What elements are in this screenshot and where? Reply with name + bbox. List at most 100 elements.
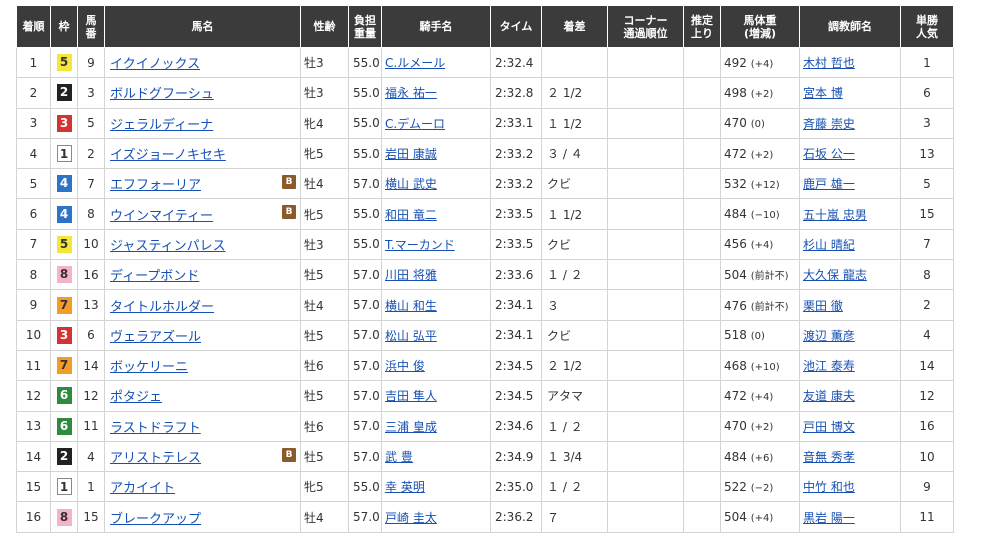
bodyweight-cell: 468 (+10) bbox=[720, 349, 800, 382]
weight-cell: 57.0 bbox=[348, 289, 382, 321]
sex-age-cell: 牡6 bbox=[300, 349, 349, 382]
horse-name-link[interactable]: ウインマイティー bbox=[110, 209, 213, 224]
trainer-link[interactable]: 五十嵐 忠男 bbox=[803, 208, 867, 222]
table-row: 6 4 8 ウインマイティー B 牝5 55.0 和田 竜二 2:33.5 １ 1/2 484 (−… bbox=[16, 198, 954, 230]
margin-cell: ７ bbox=[541, 501, 608, 533]
bodyweight-cell: 470 (0) bbox=[720, 107, 800, 139]
horse-name-link[interactable]: ボルドグフーシュ bbox=[110, 87, 214, 102]
margin-cell: クビ bbox=[541, 319, 608, 351]
horse-name-link[interactable]: イクイノックス bbox=[110, 57, 200, 72]
horse-name-link[interactable]: エフフォーリア bbox=[110, 178, 201, 193]
umaban-cell: 14 bbox=[77, 349, 105, 382]
rank-cell: 10 bbox=[16, 319, 51, 351]
horse-name-link[interactable]: ラストドラフト bbox=[110, 421, 201, 436]
horse-name-link[interactable]: ジャスティンパレス bbox=[110, 239, 226, 254]
horse-name-link[interactable]: ブレークアップ bbox=[110, 512, 201, 527]
jockey-link[interactable]: 和田 竜二 bbox=[385, 208, 437, 222]
horse-name-link[interactable]: アカイイト bbox=[110, 481, 175, 496]
jockey-link[interactable]: 浜中 俊 bbox=[385, 359, 425, 373]
trainer-link[interactable]: 友道 康夫 bbox=[803, 389, 855, 403]
bodyweight-diff: (+2) bbox=[750, 88, 774, 100]
waku-cell: 8 bbox=[50, 501, 78, 533]
jockey-link[interactable]: 福永 祐一 bbox=[385, 86, 437, 100]
jockey-link[interactable]: 松山 弘平 bbox=[385, 329, 437, 343]
bodyweight-value: 468 bbox=[724, 358, 747, 373]
popularity-cell: 15 bbox=[900, 198, 954, 230]
sex-age-cell: 牡3 bbox=[300, 77, 349, 109]
horse-name-link[interactable]: ヴェラアズール bbox=[110, 330, 201, 345]
jockey-link[interactable]: 岩田 康誠 bbox=[385, 147, 437, 161]
jockey-cell: 福永 祐一 bbox=[381, 77, 491, 109]
bodyweight-value: 532 bbox=[724, 176, 747, 191]
jockey-link[interactable]: 横山 和生 bbox=[385, 299, 437, 313]
horse-name-cell: ブレークアップ bbox=[104, 501, 301, 533]
table-row: 11 7 14 ボッケリーニ 牡6 57.0 浜中 俊 2:34.5 ２ 1/2 468 (+10… bbox=[16, 349, 954, 382]
umaban-cell: 15 bbox=[77, 501, 105, 533]
corner-cell bbox=[607, 228, 684, 261]
jockey-link[interactable]: C.デムーロ bbox=[385, 117, 445, 131]
bodyweight-value: 484 bbox=[724, 449, 747, 464]
margin-cell: ２ 1/2 bbox=[541, 77, 608, 109]
margin-cell: クビ bbox=[541, 168, 608, 200]
waku-badge: 1 bbox=[56, 145, 72, 163]
bodyweight-diff: (前計不) bbox=[750, 301, 789, 313]
trainer-link[interactable]: 木村 哲也 bbox=[803, 56, 855, 70]
trainer-link[interactable]: 黒岩 陽一 bbox=[803, 511, 855, 525]
trainer-link[interactable]: 石坂 公一 bbox=[803, 147, 855, 161]
bodyweight-diff: (+12) bbox=[750, 179, 780, 191]
agari-cell bbox=[683, 440, 721, 473]
margin-cell: １ 3/4 bbox=[541, 440, 608, 473]
trainer-link[interactable]: 宮本 博 bbox=[803, 86, 843, 100]
rank-cell: 7 bbox=[16, 228, 51, 261]
corner-cell bbox=[607, 107, 684, 139]
time-cell: 2:34.1 bbox=[490, 319, 542, 351]
trainer-cell: 友道 康夫 bbox=[799, 380, 901, 412]
trainer-link[interactable]: 中竹 和也 bbox=[803, 480, 855, 494]
bodyweight-diff: (0) bbox=[750, 119, 765, 131]
trainer-link[interactable]: 斉藤 崇史 bbox=[803, 117, 855, 131]
waku-badge: 6 bbox=[56, 387, 72, 405]
table-row: 15 1 1 アカイイト 牝5 55.0 幸 英明 2:35.0 １ / ２ 522 (−2) 中竹… bbox=[16, 471, 954, 503]
weight-cell: 55.0 bbox=[348, 46, 382, 79]
weight-cell: 55.0 bbox=[348, 107, 382, 139]
waku-badge: 8 bbox=[56, 508, 72, 526]
horse-name-link[interactable]: タイトルホルダー bbox=[110, 300, 214, 315]
rank-cell: 9 bbox=[16, 289, 51, 321]
trainer-link[interactable]: 鹿戸 雄一 bbox=[803, 177, 855, 191]
time-cell: 2:32.8 bbox=[490, 77, 542, 109]
jockey-link[interactable]: 戸崎 圭太 bbox=[385, 511, 437, 525]
table-row: 12 6 12 ポタジェ 牡5 57.0 吉田 隼人 2:34.5 アタマ 472 (+4) 友道 … bbox=[16, 380, 954, 412]
jockey-link[interactable]: 横山 武史 bbox=[385, 177, 437, 191]
weight-cell: 57.0 bbox=[348, 349, 382, 382]
waku-cell: 6 bbox=[50, 410, 78, 442]
trainer-link[interactable]: 大久保 龍志 bbox=[803, 268, 867, 282]
horse-name-link[interactable]: ポタジェ bbox=[110, 390, 162, 405]
jockey-link[interactable]: 武 豊 bbox=[385, 450, 413, 464]
jockey-link[interactable]: T.マーカンド bbox=[385, 238, 455, 252]
jockey-link[interactable]: 吉田 隼人 bbox=[385, 389, 437, 403]
sex-age-cell: 牡3 bbox=[300, 46, 349, 79]
trainer-link[interactable]: 戸田 博文 bbox=[803, 420, 855, 434]
horse-name-link[interactable]: ジェラルディーナ bbox=[110, 118, 213, 133]
agari-cell bbox=[683, 319, 721, 351]
trainer-link[interactable]: 渡辺 薫彦 bbox=[803, 329, 855, 343]
race-result-table: 着順 枠 馬 番 馬名 性齢 負担 重量 騎手名 タイム 着差 コーナー 通過順… bbox=[16, 5, 954, 533]
jockey-cell: 松山 弘平 bbox=[381, 319, 491, 351]
bodyweight-cell: 518 (0) bbox=[720, 319, 800, 351]
trainer-link[interactable]: 栗田 徹 bbox=[803, 299, 843, 313]
jockey-link[interactable]: 三浦 皇成 bbox=[385, 420, 437, 434]
trainer-link[interactable]: 池江 泰寿 bbox=[803, 359, 855, 373]
jockey-link[interactable]: 幸 英明 bbox=[385, 480, 425, 494]
time-cell: 2:33.2 bbox=[490, 168, 542, 200]
trainer-link[interactable]: 杉山 晴紀 bbox=[803, 238, 855, 252]
horse-name-link[interactable]: アリストテレス bbox=[110, 451, 201, 466]
sex-age-cell: 牝5 bbox=[300, 198, 349, 230]
jockey-cell: 戸崎 圭太 bbox=[381, 501, 491, 533]
horse-name-link[interactable]: ボッケリーニ bbox=[110, 360, 188, 375]
trainer-link[interactable]: 音無 秀孝 bbox=[803, 450, 855, 464]
horse-name-link[interactable]: ディープボンド bbox=[110, 269, 199, 284]
jockey-link[interactable]: C.ルメール bbox=[385, 56, 445, 70]
horse-name-link[interactable]: イズジョーノキセキ bbox=[110, 148, 226, 163]
bodyweight-diff: (前計不) bbox=[750, 271, 789, 283]
jockey-link[interactable]: 川田 将雅 bbox=[385, 268, 437, 282]
